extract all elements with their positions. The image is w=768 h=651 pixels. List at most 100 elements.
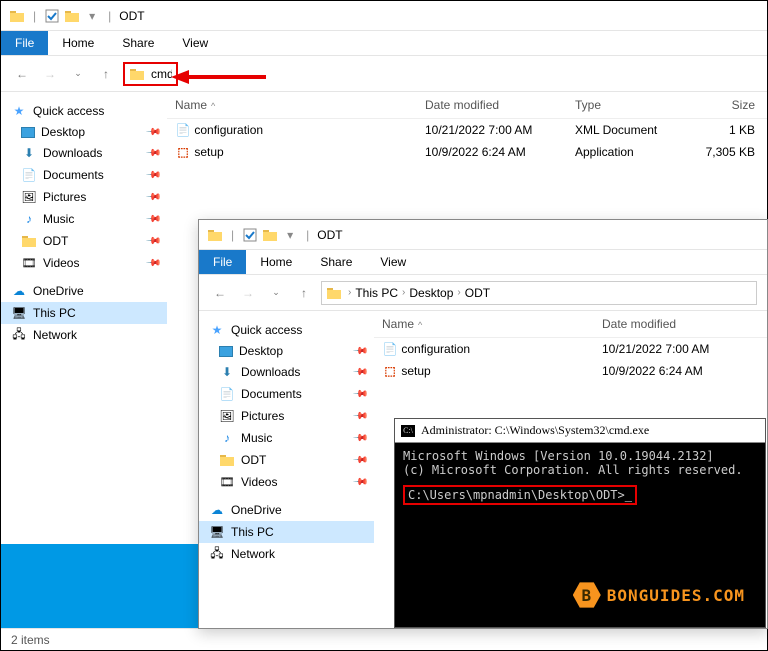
address-input[interactable] [151, 64, 172, 84]
sidebar-network[interactable]: 🖧Network [199, 543, 374, 565]
sidebar-item-videos[interactable]: 🎞Videos📌 [199, 471, 374, 493]
forward-button[interactable]: → [39, 63, 61, 85]
sidebar-item-pictures[interactable]: 🖼Pictures📌 [1, 186, 167, 208]
qat-dropdown-icon[interactable]: ▾ [84, 8, 100, 24]
col-name-label: Name [175, 98, 207, 112]
cmd-prompt-highlight: C:\Users\mpnadmin\Desktop\ODT>_ [403, 485, 637, 505]
star-icon: ★ [209, 322, 225, 338]
quick-access-header[interactable]: ★Quick access [199, 319, 374, 341]
chevron-right-icon[interactable]: › [402, 287, 405, 298]
file-row[interactable]: ⬚ setup 10/9/2022 6:24 AM Application 7,… [167, 141, 767, 163]
logo-text: BONGUIDES.COM [607, 586, 745, 605]
col-size[interactable]: Size [687, 98, 767, 112]
inset-sidebar: ★Quick access Desktop📌 ⬇Downloads📌 📄Docu… [199, 311, 374, 628]
pin-icon: 📌 [351, 364, 368, 381]
sidebar-item-desktop[interactable]: Desktop📌 [199, 341, 374, 361]
tab-file[interactable]: File [199, 250, 246, 274]
up-button[interactable]: ↑ [293, 282, 315, 304]
chevron-right-icon[interactable]: › [457, 287, 460, 298]
col-name-label: Name [382, 317, 414, 331]
sidebar-onedrive[interactable]: ☁ OneDrive [1, 280, 167, 302]
pin-icon: 📌 [351, 474, 368, 491]
file-date: 10/9/2022 6:24 AM [417, 145, 567, 159]
videos-icon: 🎞 [21, 255, 37, 271]
folder-icon [129, 66, 145, 82]
tab-view[interactable]: View [366, 250, 420, 274]
checkbox-icon[interactable] [44, 8, 60, 24]
folder-icon [21, 233, 37, 249]
sidebar-item-label: Pictures [241, 409, 284, 423]
inset-address-bar[interactable]: › This PC › Desktop › ODT [321, 281, 757, 305]
breadcrumb-seg[interactable]: ODT [463, 286, 492, 300]
col-name[interactable]: Name^ [167, 98, 417, 112]
pin-icon: 📌 [144, 145, 161, 162]
file-row[interactable]: ⬚ setup 10/9/2022 6:24 AM [374, 360, 767, 382]
ribbon-tabs: File Home Share View [1, 31, 767, 56]
cloud-icon: ☁ [11, 283, 27, 299]
file-row[interactable]: 📄 configuration 10/21/2022 7:00 AM [374, 338, 767, 360]
col-date[interactable]: Date modified [594, 317, 754, 331]
sidebar-item-documents[interactable]: 📄Documents📌 [199, 383, 374, 405]
pc-icon: 🖥 [11, 305, 27, 321]
cmd-cursor: _ [625, 488, 632, 502]
recent-dropdown[interactable]: ⌄ [67, 63, 89, 85]
back-button[interactable]: ← [11, 63, 33, 85]
sidebar-item-label: Downloads [43, 146, 102, 160]
tab-view[interactable]: View [168, 31, 222, 55]
file-size: 7,305 KB [687, 145, 767, 159]
quick-access-header[interactable]: ★ Quick access [1, 100, 167, 122]
sidebar-item-music[interactable]: ♪Music📌 [1, 208, 167, 230]
documents-icon: 📄 [219, 386, 235, 402]
sidebar-item-videos[interactable]: 🎞Videos📌 [1, 252, 167, 274]
qat-dropdown-icon[interactable]: ▾ [282, 227, 298, 243]
pc-icon: 🖥 [209, 524, 225, 540]
file-row[interactable]: 📄 configuration 10/21/2022 7:00 AM XML D… [167, 119, 767, 141]
file-name: setup [194, 145, 223, 159]
chevron-right-icon[interactable]: › [348, 287, 351, 298]
sidebar-item-music[interactable]: ♪Music📌 [199, 427, 374, 449]
pin-icon: 📌 [351, 452, 368, 469]
cmd-line: (c) Microsoft Corporation. All rights re… [403, 463, 757, 477]
sidebar-item-downloads[interactable]: ⬇Downloads📌 [199, 361, 374, 383]
sidebar-this-pc[interactable]: 🖥This PC [1, 302, 167, 324]
col-date[interactable]: Date modified [417, 98, 567, 112]
sidebar-onedrive[interactable]: ☁OneDrive [199, 499, 374, 521]
checkbox-icon[interactable] [242, 227, 258, 243]
breadcrumb-seg[interactable]: This PC [353, 286, 400, 300]
up-button[interactable]: ↑ [95, 63, 117, 85]
cmd-body[interactable]: Microsoft Windows [Version 10.0.19044.21… [395, 443, 765, 511]
tab-share[interactable]: Share [306, 250, 366, 274]
column-headers: Name^ Date modified Type Size [167, 92, 767, 119]
tab-home[interactable]: Home [246, 250, 306, 274]
sidebar-item-downloads[interactable]: ⬇Downloads📌 [1, 142, 167, 164]
pictures-icon: 🖼 [21, 189, 37, 205]
sidebar-item-desktop[interactable]: Desktop📌 [1, 122, 167, 142]
recent-dropdown[interactable]: ⌄ [265, 282, 287, 304]
xml-file-icon: 📄 [175, 122, 191, 138]
sidebar-item-documents[interactable]: 📄Documents📌 [1, 164, 167, 186]
col-name[interactable]: Name^ [374, 317, 594, 331]
back-button[interactable]: ← [209, 282, 231, 304]
pin-icon: 📌 [351, 386, 368, 403]
pin-icon: 📌 [144, 189, 161, 206]
cmd-titlebar[interactable]: C:\ Administrator: C:\Windows\System32\c… [395, 419, 765, 443]
sidebar-item-pictures[interactable]: 🖼Pictures📌 [199, 405, 374, 427]
breadcrumb-seg[interactable]: Desktop [407, 286, 455, 300]
sidebar-network[interactable]: 🖧Network [1, 324, 167, 346]
desktop-icon [219, 346, 233, 357]
col-type[interactable]: Type [567, 98, 687, 112]
pin-icon: 📌 [351, 430, 368, 447]
sidebar-this-pc[interactable]: 🖥This PC [199, 521, 374, 543]
cmd-window: C:\ Administrator: C:\Windows\System32\c… [394, 418, 766, 628]
tab-file[interactable]: File [1, 31, 48, 55]
file-name: configuration [401, 342, 470, 356]
tab-home[interactable]: Home [48, 31, 108, 55]
folder-icon-small [64, 8, 80, 24]
address-bar[interactable] [123, 62, 178, 86]
sidebar-item-label: OneDrive [33, 284, 84, 298]
forward-button[interactable]: → [237, 282, 259, 304]
tab-share[interactable]: Share [108, 31, 168, 55]
sidebar-item-odt[interactable]: ODT📌 [1, 230, 167, 252]
arrow-annotation [171, 67, 271, 87]
sidebar-item-odt[interactable]: ODT📌 [199, 449, 374, 471]
